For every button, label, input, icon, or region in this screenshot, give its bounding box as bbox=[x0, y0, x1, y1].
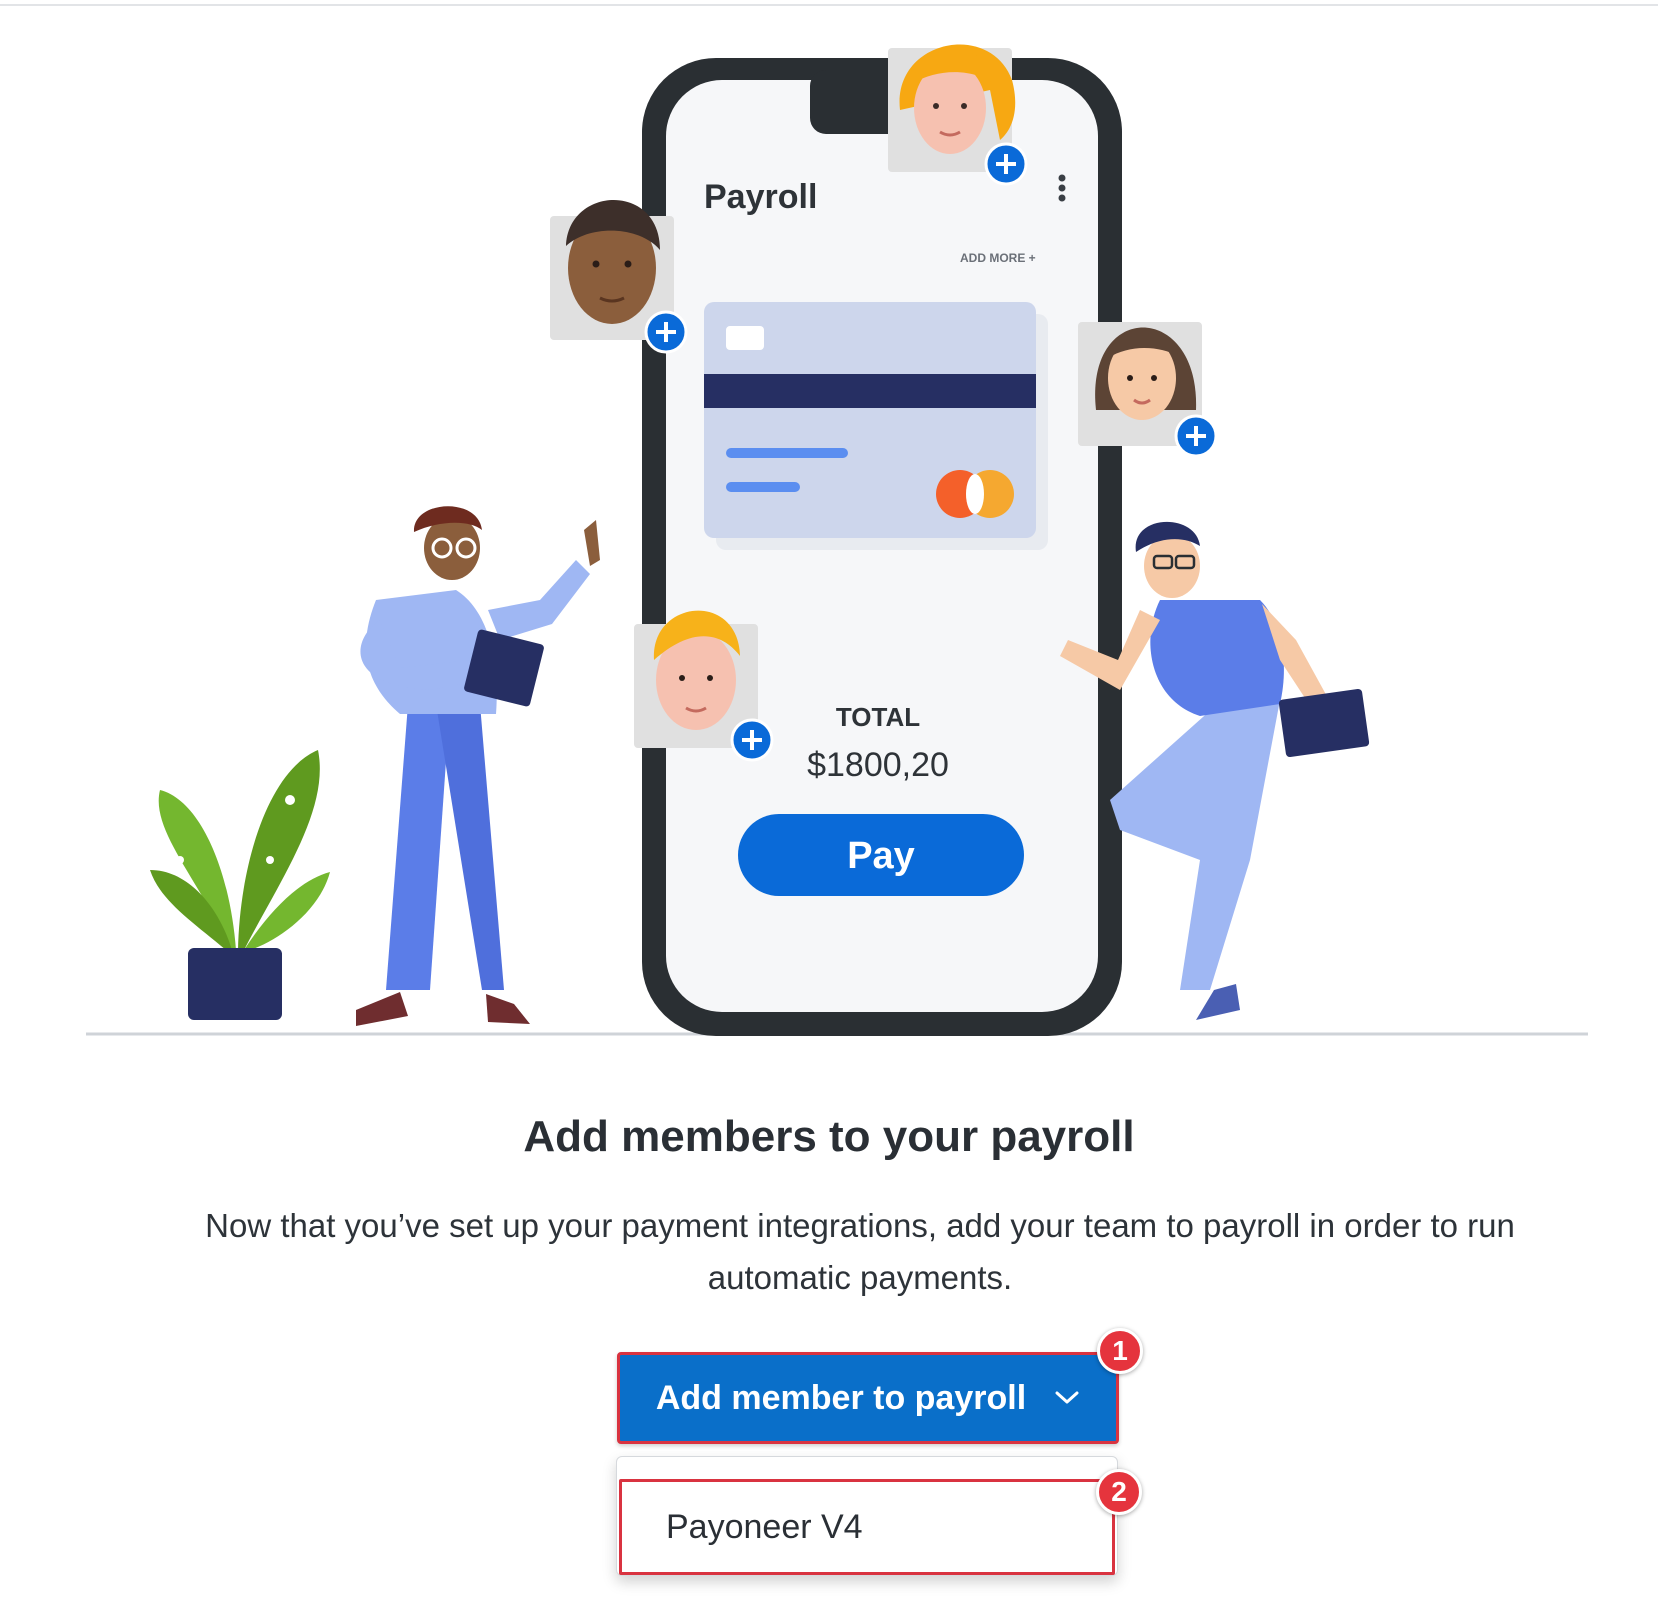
page-heading: Add members to your payroll bbox=[523, 1112, 1135, 1161]
phone-pay-label: Pay bbox=[847, 835, 915, 877]
avatar-blonde-woman bbox=[888, 44, 1028, 186]
page-description: Now that you’ve set up your payment inte… bbox=[205, 1207, 1515, 1296]
annotation-badge-2: 2 bbox=[1096, 1469, 1142, 1515]
person-with-tablet bbox=[356, 506, 600, 1026]
avatar-blond-man bbox=[634, 610, 774, 762]
payroll-illustration: Payroll ADD MORE + TOTAL $1800,20 Pay bbox=[86, 44, 1588, 1036]
phone-illustration: Payroll ADD MORE + TOTAL $1800,20 Pay bbox=[642, 58, 1122, 1036]
add-member-to-payroll-button[interactable]: Add member to payroll bbox=[617, 1352, 1119, 1444]
annotation-badge-1: 1 bbox=[1097, 1328, 1143, 1374]
total-label: TOTAL bbox=[836, 702, 920, 732]
add-more-label: ADD MORE + bbox=[960, 251, 1036, 265]
payroll-provider-dropdown: Payoneer V4 bbox=[616, 1456, 1118, 1576]
chevron-down-icon bbox=[1054, 1390, 1080, 1406]
add-member-button-label: Add member to payroll bbox=[655, 1378, 1027, 1417]
avatar-dark-man bbox=[550, 200, 688, 354]
dropdown-item-payoneer-v4[interactable]: Payoneer V4 bbox=[619, 1479, 1115, 1575]
total-amount: $1800,20 bbox=[807, 746, 949, 784]
phone-title: Payroll bbox=[704, 178, 817, 216]
avatar-brunette-woman bbox=[1078, 322, 1218, 458]
plant-illustration bbox=[150, 750, 330, 1020]
